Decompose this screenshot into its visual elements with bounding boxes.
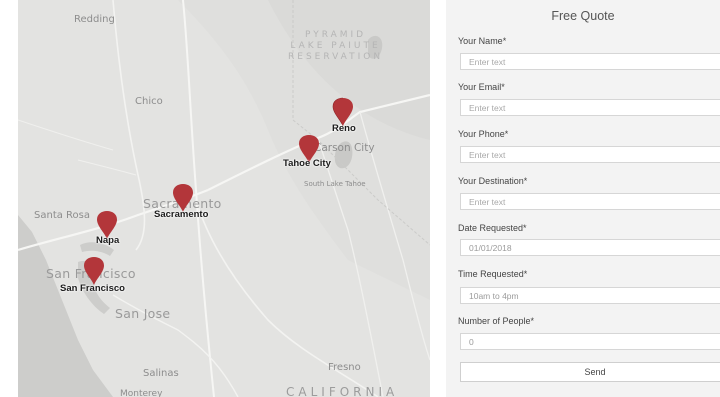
city-label-salinas: Salinas [143, 368, 179, 379]
map-view[interactable]: PYRAMID LAKE PAIUTE RESERVATION Redding … [18, 0, 430, 397]
marker-label-sacramento: Sacramento [154, 209, 209, 220]
label-time-requested: Time Requested* [458, 269, 528, 279]
phone-input[interactable] [460, 146, 720, 163]
city-label-san-jose: San Jose [115, 306, 171, 321]
date-requested-input[interactable] [460, 239, 720, 256]
marker-label-san-francisco: San Francisco [60, 283, 125, 294]
label-number-of-people: Number of People* [458, 316, 535, 326]
label-your-name: Your Name* [458, 36, 507, 46]
form-title: Free Quote [551, 9, 615, 23]
region-line-2: LAKE PAIUTE [290, 41, 381, 51]
region-line-1: PYRAMID [304, 30, 367, 40]
city-label-redding: Redding [74, 14, 115, 25]
map-pin-icon[interactable] [83, 256, 105, 286]
time-requested-input[interactable] [460, 287, 720, 304]
marker-label-napa: Napa [96, 235, 120, 246]
state-label-california: CALIFORNIA [286, 385, 399, 397]
marker-label-reno: Reno [332, 123, 356, 134]
label-your-phone: Your Phone* [458, 129, 509, 139]
city-label-monterey: Monterey [120, 389, 163, 397]
region-line-3: RESERVATION [288, 52, 384, 62]
region-label: PYRAMID LAKE PAIUTE RESERVATION [288, 30, 383, 63]
send-button[interactable]: Send [460, 362, 720, 382]
city-label-chico: Chico [135, 96, 163, 107]
email-input[interactable] [460, 99, 720, 116]
label-your-destination: Your Destination* [458, 176, 528, 186]
city-label-santa-rosa: Santa Rosa [34, 210, 90, 221]
city-label-carson-city: Carson City [314, 142, 375, 154]
destination-input[interactable] [460, 193, 720, 210]
city-label-south-lake-tahoe: South Lake Tahoe [304, 180, 366, 188]
label-your-email: Your Email* [458, 82, 505, 92]
marker-label-tahoe-city: Tahoe City [283, 158, 331, 169]
city-label-fresno: Fresno [328, 362, 361, 373]
free-quote-form: Free Quote Your Name* Your Email* Your P… [446, 0, 720, 397]
number-of-people-input[interactable] [460, 333, 720, 350]
label-date-requested: Date Requested* [458, 223, 527, 233]
name-input[interactable] [460, 53, 720, 70]
